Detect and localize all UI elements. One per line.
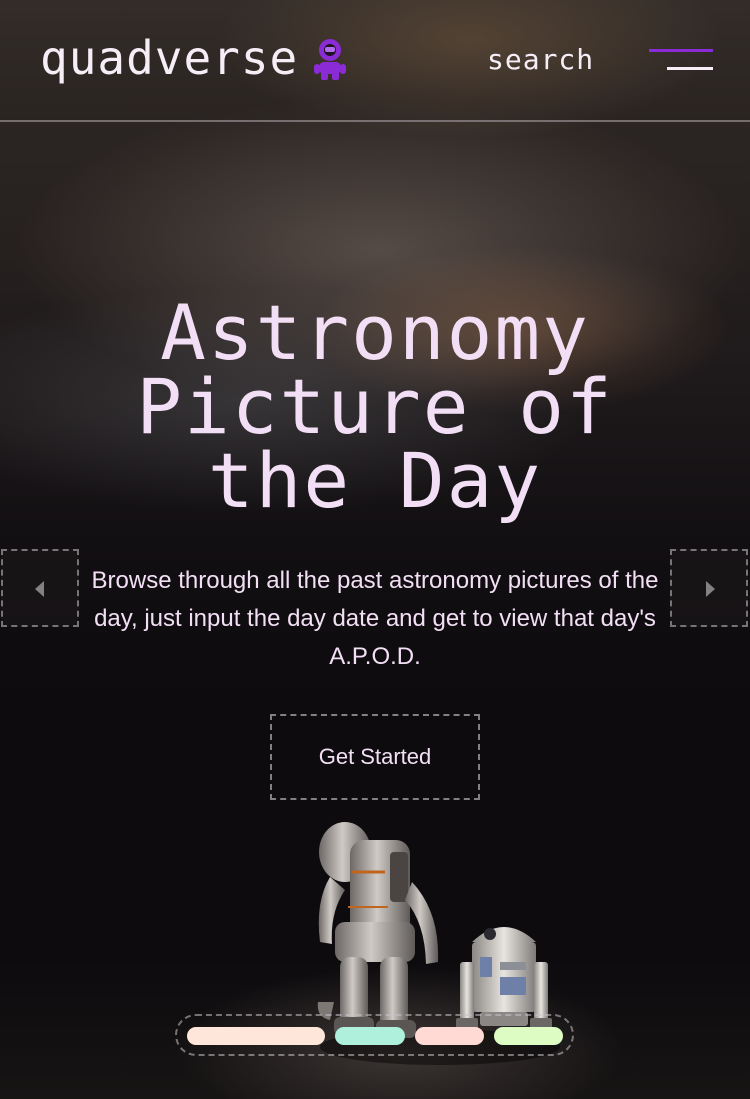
pagination-dot-1[interactable] (187, 1027, 325, 1045)
menu-bar-top (649, 49, 713, 52)
hero-description: Browse through all the past astronomy pi… (91, 567, 659, 670)
pagination-dot-3[interactable] (415, 1027, 484, 1045)
hero-title: Astronomy Picture of the Day (136, 288, 614, 525)
astronaut-icon (314, 39, 347, 80)
get-started-button[interactable]: Get Started (270, 714, 480, 800)
search-link[interactable]: search (487, 40, 594, 80)
menu-bar-bottom (667, 67, 713, 70)
carousel-pagination (175, 1014, 574, 1056)
carousel-next-button[interactable] (670, 549, 748, 627)
pagination-dot-4[interactable] (494, 1027, 563, 1045)
logo-text: quadverse (40, 31, 299, 85)
arrow-left-icon (35, 581, 44, 597)
hamburger-menu-icon[interactable] (645, 40, 717, 80)
carousel-prev-button[interactable] (1, 549, 79, 627)
pagination-dot-2[interactable] (335, 1027, 405, 1045)
top-navigation-bar: quadverse search (0, 0, 750, 122)
arrow-right-icon (706, 581, 715, 597)
site-logo[interactable]: quadverse (40, 28, 350, 88)
